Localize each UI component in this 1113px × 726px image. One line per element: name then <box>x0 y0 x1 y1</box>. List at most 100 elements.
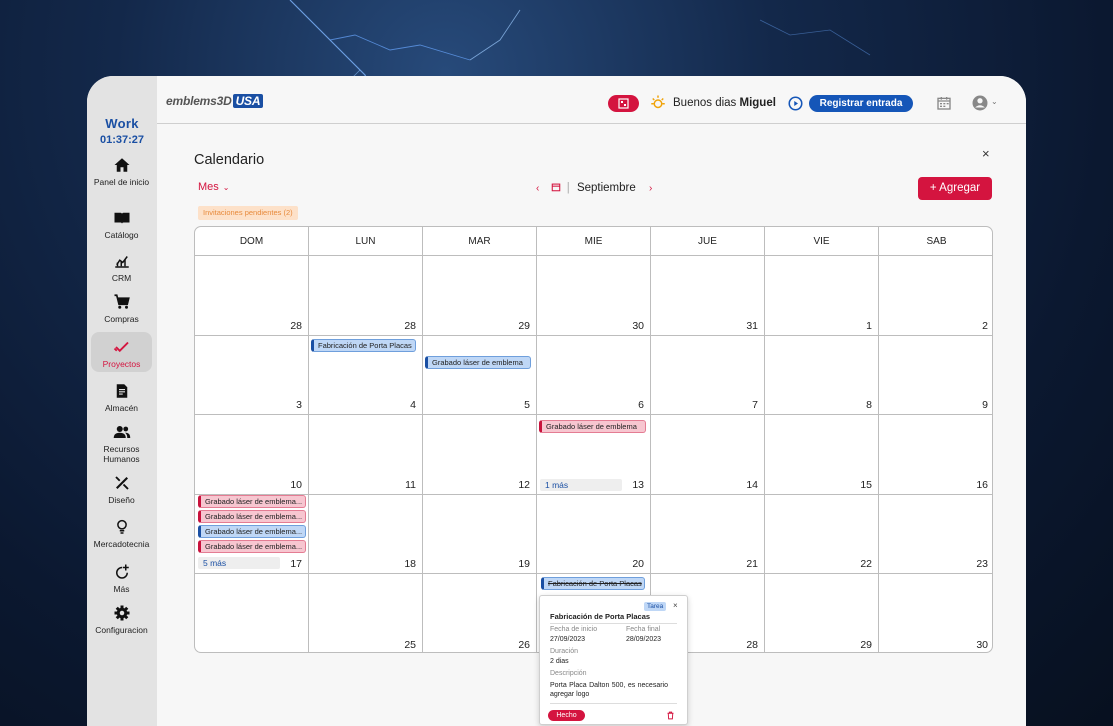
event-type-badge: Tarea <box>644 602 667 611</box>
user-avatar-icon[interactable] <box>971 94 989 112</box>
weekday-mon: LUN <box>309 227 423 256</box>
day-cell[interactable]: 12 <box>423 415 537 495</box>
brand-logo[interactable]: emblems3D USA <box>166 94 264 108</box>
day-cell[interactable] <box>195 574 309 652</box>
chart-icon <box>114 256 129 268</box>
trash-icon[interactable] <box>666 711 675 720</box>
calendar-event[interactable]: Grabado láser de emblema... <box>198 540 306 553</box>
work-label: Work <box>105 116 139 131</box>
day-number: 7 <box>752 399 758 411</box>
qr-icon <box>618 98 629 109</box>
calendar-icon[interactable] <box>936 95 952 111</box>
description-value: Porta Placa Dalton 500, es necesario agr… <box>550 682 668 698</box>
day-cell[interactable]: 20 <box>537 495 651 574</box>
day-cell[interactable]: 28 <box>195 256 309 336</box>
sidebar-item-compras[interactable]: Compras <box>91 293 152 324</box>
day-cell[interactable]: 16 <box>879 415 992 495</box>
sidebar-item-crm[interactable]: CRM <box>91 252 152 283</box>
day-cell[interactable]: 18 <box>309 495 423 574</box>
day-number: 21 <box>746 558 758 570</box>
sidebar-item-label: Panel de inicio <box>93 177 150 187</box>
sidebar-item-proyectos[interactable]: Proyectos <box>91 332 152 372</box>
day-cell[interactable]: 31 <box>651 256 765 336</box>
day-cell[interactable]: 30 <box>537 256 651 336</box>
user-name: Miguel <box>739 97 776 109</box>
day-number: 22 <box>860 558 872 570</box>
day-cell[interactable]: 23 <box>879 495 992 574</box>
day-number: 26 <box>518 639 530 651</box>
day-cell[interactable]: 7 <box>651 336 765 415</box>
calendar-event[interactable]: Fabricación de Porta Placas <box>311 339 416 352</box>
divider <box>550 703 677 704</box>
top-bar: emblems3D USA Buenos dias Miguel Registra… <box>157 76 1026 124</box>
sidebar-item-panel-de-inicio[interactable]: Panel de inicio <box>91 156 152 187</box>
day-cell[interactable]: 29 <box>765 574 879 652</box>
more-events-link[interactable]: 1 más <box>540 479 622 491</box>
calendar-event[interactable]: Grabado láser de emblema... <box>198 495 306 508</box>
lightbulb-icon <box>116 519 127 534</box>
day-number: 3 <box>296 399 302 411</box>
day-cell[interactable]: 22 <box>765 495 879 574</box>
day-cell[interactable]: 9 <box>879 336 992 415</box>
calendar-event[interactable]: Grabado láser de emblema... <box>198 510 306 523</box>
register-entry-button[interactable]: Registrar entrada <box>809 95 913 112</box>
app-window: Work 01:37:27 Panel de inicio Catálogo C… <box>87 76 1026 726</box>
add-button[interactable]: + Agregar <box>918 177 992 200</box>
day-number: 31 <box>746 320 758 332</box>
view-mode-dropdown[interactable]: Mes ⌄ <box>198 181 229 193</box>
sidebar-item-recursos-humanos[interactable]: Recursos Humanos <box>91 423 152 464</box>
day-number: 28 <box>404 320 416 332</box>
day-cell[interactable]: 29 <box>423 256 537 336</box>
day-cell[interactable]: 5 <box>423 336 537 415</box>
page-title: Calendario <box>194 152 265 168</box>
day-cell[interactable]: 10 <box>195 415 309 495</box>
day-number: 17 <box>290 558 302 570</box>
next-month-button[interactable]: › <box>649 183 652 194</box>
calendar-event[interactable]: Grabado láser de emblema <box>425 356 531 369</box>
refresh-plus-icon <box>115 564 129 579</box>
day-cell[interactable]: 3 <box>195 336 309 415</box>
day-cell[interactable]: 19 <box>423 495 537 574</box>
qr-button[interactable] <box>608 95 639 112</box>
cart-icon <box>114 294 130 309</box>
day-number: 10 <box>290 479 302 491</box>
day-cell[interactable]: 26 <box>423 574 537 652</box>
done-button[interactable]: Hecho <box>548 710 585 721</box>
close-button[interactable]: × <box>982 146 990 161</box>
calendar-event[interactable]: Grabado láser de emblema <box>539 420 646 433</box>
weekday-fri: VIE <box>765 227 879 256</box>
sidebar-item-almacen[interactable]: Almacén <box>91 382 152 413</box>
sidebar-item-diseno[interactable]: Diseño <box>91 474 152 505</box>
day-cell[interactable]: 30 <box>879 574 992 652</box>
day-cell[interactable]: 21 <box>651 495 765 574</box>
prev-month-button[interactable]: ‹ <box>536 183 539 194</box>
day-cell[interactable]: 8 <box>765 336 879 415</box>
greeting-prefix: Buenos dias <box>673 97 737 109</box>
sidebar-item-configuracion[interactable]: Configuracion <box>91 604 152 635</box>
event-detail-popup: Tarea × Fabricación de Porta Placas Fech… <box>539 595 688 725</box>
day-cell[interactable]: 14 <box>651 415 765 495</box>
pending-invitations-badge[interactable]: Invitaciones pendientes (2) <box>198 206 298 220</box>
day-cell[interactable]: 28 <box>309 256 423 336</box>
day-cell[interactable]: 25 <box>309 574 423 652</box>
check-icon <box>113 341 129 353</box>
duration-label: Duración <box>550 648 579 655</box>
day-cell[interactable]: 11 <box>309 415 423 495</box>
day-number: 8 <box>866 399 872 411</box>
end-date-value: 28/09/2023 <box>626 636 662 643</box>
more-events-link[interactable]: 5 más <box>198 557 280 569</box>
day-cell[interactable]: 1 <box>765 256 879 336</box>
play-icon[interactable] <box>788 96 803 111</box>
sidebar-item-catalogo[interactable]: Catálogo <box>91 209 152 240</box>
sidebar-item-mas[interactable]: Más <box>91 563 152 594</box>
chevron-down-icon[interactable]: ⌄ <box>991 97 998 106</box>
day-number: 2 <box>982 320 988 332</box>
sidebar-item-mercadotecnia[interactable]: Mercadotecnia <box>91 518 152 549</box>
close-icon[interactable]: × <box>673 601 678 610</box>
day-number: 5 <box>524 399 530 411</box>
day-cell[interactable]: 15 <box>765 415 879 495</box>
calendar-event[interactable]: Grabado láser de emblema... <box>198 525 306 538</box>
calendar-event[interactable]: Fabricación de Porta Placas <box>541 577 645 590</box>
day-cell[interactable]: 2 <box>879 256 992 336</box>
day-cell[interactable]: 6 <box>537 336 651 415</box>
